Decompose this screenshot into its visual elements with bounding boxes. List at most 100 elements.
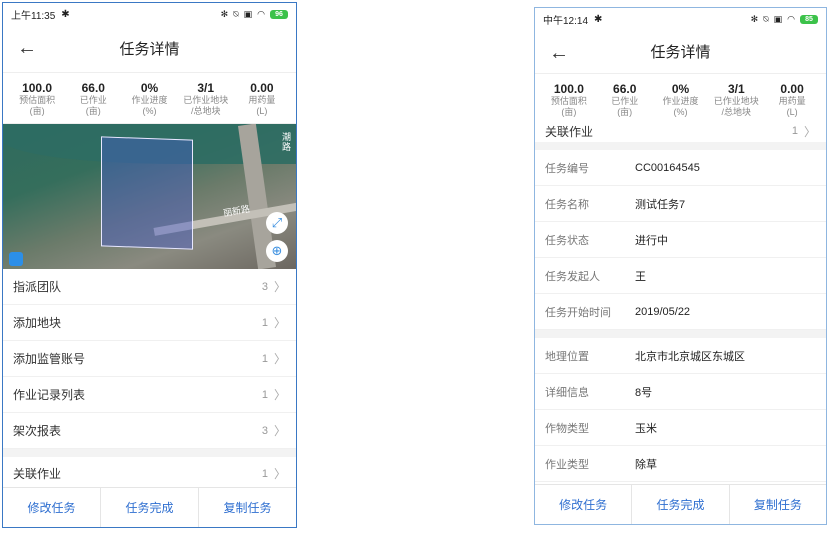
wifi-icon: ◠ — [787, 13, 795, 24]
detail-value: CC00164545 — [635, 161, 700, 174]
battery-icon: 96 — [270, 9, 288, 19]
stat-value: 66.0 — [81, 81, 105, 95]
detail-value: 王 — [635, 270, 646, 283]
detail-value: 测试任务7 — [635, 198, 686, 211]
chevron-right-icon: 〉 — [273, 467, 286, 481]
list-item-related-work[interactable]: 关联作业 1 〉 — [3, 457, 296, 491]
stat-label: 作业进度 (%) — [662, 96, 699, 117]
stat-plots: 3/1 已作业地块 /总地块 — [708, 82, 764, 118]
list-item-add-plot[interactable]: 添加地块 1 〉 — [3, 305, 296, 341]
detail-row-address-detail: 详细信息 8号 — [535, 374, 826, 410]
list-item-count: 3 — [261, 424, 268, 437]
stat-estimated-area: 100.0 预估面积 (亩) — [541, 82, 597, 118]
complete-task-button[interactable]: 任务完成 — [632, 485, 730, 524]
stat-estimated-area: 100.0 预估面积 (亩) — [9, 81, 65, 117]
expand-map-icon[interactable]: ⤢ — [266, 212, 288, 234]
chevron-right-icon: 〉 — [273, 424, 286, 438]
stat-worked-area: 66.0 已作业 (亩) — [65, 81, 121, 117]
wifi-icon: ◠ — [257, 8, 265, 19]
detail-value: 2019/05/22 — [635, 305, 691, 318]
copy-task-button[interactable]: 复制任务 — [199, 488, 296, 527]
stat-pesticide: 0.00 用药量 (L) — [234, 81, 290, 117]
list-item-work-records[interactable]: 作业记录列表 1 〉 — [3, 377, 296, 413]
stat-worked-area: 66.0 已作业 (亩) — [597, 82, 653, 118]
list-item-count: 1 — [261, 388, 268, 401]
section-divider — [535, 330, 826, 338]
list-item-count: 1 — [261, 352, 268, 365]
status-time: 上午11:35 — [11, 10, 56, 22]
field-plot-polygon[interactable] — [101, 136, 193, 250]
list-item-count: 1 — [261, 316, 268, 329]
stat-plots: 3/1 已作业地块 /总地块 — [178, 81, 234, 117]
section-divider — [535, 142, 826, 150]
list-item-label: 作业记录列表 — [13, 388, 86, 402]
list-item-count: 3 — [261, 280, 268, 293]
page-title: 任务详情 — [650, 44, 711, 61]
sim-icon: ▣ — [243, 8, 253, 19]
stat-label: 已作业地块 /总地块 — [713, 96, 759, 117]
detail-value: 进行中 — [635, 234, 668, 247]
locate-icon[interactable]: ⊕ — [266, 240, 288, 262]
stats-summary: 100.0 预估面积 (亩) 66.0 已作业 (亩) 0% 作业进度 (%) … — [3, 73, 296, 124]
chevron-right-icon: 〉 — [803, 124, 816, 139]
back-arrow-icon[interactable]: ← — [549, 42, 569, 64]
chevron-right-icon: 〉 — [273, 316, 286, 330]
stat-value: 100.0 — [22, 81, 53, 95]
list-item-count: 1 — [261, 467, 268, 480]
stat-value: 0.00 — [250, 81, 274, 95]
stat-label: 已作业 (亩) — [611, 96, 639, 117]
mute-icon: ⍉ — [763, 13, 769, 24]
nav-bar: ← 任务详情 — [3, 25, 296, 73]
bug-icon: ✱ — [61, 8, 70, 20]
status-bar: 上午11:35 ✱ ✻ ⍉ ▣ ◠ 96 — [3, 3, 296, 25]
detail-row-location: 地理位置 北京市北京城区东城区 — [535, 338, 826, 374]
stat-label: 用药量 (L) — [248, 95, 276, 116]
stat-value: 100.0 — [553, 82, 584, 96]
modify-task-button[interactable]: 修改任务 — [3, 488, 101, 527]
modify-task-button[interactable]: 修改任务 — [535, 485, 633, 524]
list-item-assign-team[interactable]: 指派团队 3 〉 — [3, 269, 296, 305]
stat-label: 作业进度 (%) — [131, 95, 168, 116]
detail-value: 除草 — [635, 458, 657, 471]
battery-icon: 85 — [800, 14, 818, 24]
list-item-label: 关联作业 — [545, 124, 594, 139]
detail-key: 任务开始时间 — [545, 306, 611, 319]
bug-icon: ✱ — [594, 13, 603, 25]
page-title: 任务详情 — [119, 41, 180, 58]
location-info-group: 地理位置 北京市北京城区东城区 详细信息 8号 作物类型 玉米 作业类型 除草 — [535, 338, 826, 482]
task-options-list: 指派团队 3 〉 添加地块 1 〉 添加监管账号 1 〉 作业记录列表 1 〉 架次报表… — [3, 269, 296, 491]
stat-progress: 0% 作业进度 (%) — [653, 82, 709, 118]
stat-value: 0.00 — [780, 82, 804, 96]
list-item-count: 1 — [791, 125, 798, 137]
back-arrow-icon[interactable]: ← — [17, 37, 37, 59]
stat-label: 已作业地块 /总地块 — [183, 95, 229, 116]
stat-label: 用药量 (L) — [778, 96, 806, 117]
stat-progress: 0% 作业进度 (%) — [121, 81, 177, 117]
sim-icon: ▣ — [773, 13, 783, 24]
phone-screen-1: 上午11:35 ✱ ✻ ⍉ ▣ ◠ 96 ← 任务详情 100.0 预估面积 (… — [2, 2, 297, 528]
detail-value: 北京市北京城区东城区 — [635, 350, 745, 363]
copy-task-button[interactable]: 复制任务 — [730, 485, 826, 524]
section-divider — [3, 449, 296, 457]
detail-key: 作业类型 — [545, 458, 589, 471]
chevron-right-icon: 〉 — [273, 388, 286, 402]
stat-value: 3/1 — [197, 81, 215, 95]
map-corner-label: 潮路 — [282, 132, 292, 152]
complete-task-button[interactable]: 任务完成 — [101, 488, 199, 527]
list-item-label: 关联作业 — [13, 467, 62, 481]
stats-summary: 100.0 预估面积 (亩) 66.0 已作业 (亩) 0% 作业进度 (%) … — [535, 74, 826, 120]
satellite-map[interactable]: 丽新路 潮路 ⤢ ⊕ — [3, 124, 296, 269]
nav-bar: ← 任务详情 — [535, 30, 826, 74]
task-info-group: 任务编号 CC00164545 任务名称 测试任务7 任务状态 进行中 任务发起… — [535, 150, 826, 330]
bottom-action-bar: 修改任务 任务完成 复制任务 — [3, 487, 296, 527]
list-item-label: 架次报表 — [13, 424, 62, 438]
list-item-add-supervisor[interactable]: 添加监管账号 1 〉 — [3, 341, 296, 377]
stat-label: 预估面积 (亩) — [550, 96, 587, 117]
bottom-action-bar: 修改任务 任务完成 复制任务 — [535, 484, 826, 524]
list-item-label: 添加监管账号 — [13, 352, 86, 366]
chevron-right-icon: 〉 — [273, 280, 286, 294]
list-item-related-work[interactable]: 关联作业 1 〉 — [535, 120, 826, 142]
list-item-label: 指派团队 — [13, 280, 62, 294]
list-item-sortie-report[interactable]: 架次报表 3 〉 — [3, 413, 296, 449]
detail-key: 任务发起人 — [545, 270, 600, 283]
